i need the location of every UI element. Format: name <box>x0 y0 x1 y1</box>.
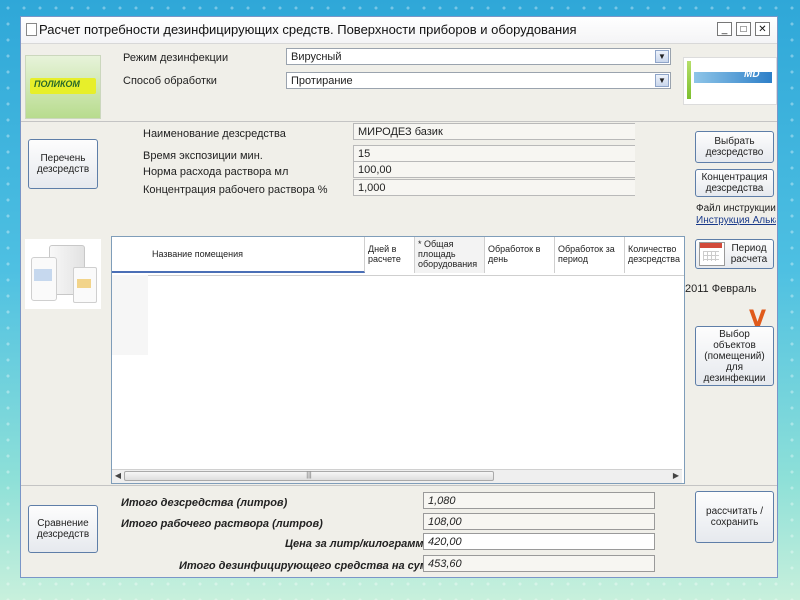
column-header[interactable]: Обработок за период <box>555 237 625 273</box>
divider <box>21 485 777 486</box>
window-title: Расчет потребности дезинфицирующих средс… <box>39 22 577 37</box>
concentration-button[interactable]: Концентрация дезсредства <box>695 169 774 197</box>
method-value: Протирание <box>291 75 353 87</box>
price-input[interactable]: 420,00 <box>423 533 655 550</box>
concentration-field: 1,000 <box>353 179 635 196</box>
compare-button[interactable]: Сравнение дезсредств <box>28 505 98 553</box>
instruction-link[interactable]: Инструкция Алька <box>696 215 776 226</box>
total-sum-field: 453,60 <box>423 555 655 572</box>
close-button[interactable]: ✕ <box>755 22 770 36</box>
scroll-right-icon[interactable]: ▶ <box>670 470 682 482</box>
period-button[interactable]: Период расчета <box>695 239 774 269</box>
column-header[interactable]: Дней в расчете <box>365 237 415 273</box>
method-select[interactable]: Протирание ▼ <box>286 72 671 89</box>
choose-objects-button[interactable]: Выбор объектов (помещений) для дезинфекц… <box>695 326 774 386</box>
table-header: Название помещения Дней в расчете * Обща… <box>112 237 684 276</box>
mode-label: Режим дезинфекции <box>123 52 229 64</box>
period-button-label: Период расчета <box>730 243 768 265</box>
row-selector <box>112 275 148 355</box>
manufacturer-logo: MD <box>683 57 777 105</box>
exposure-field: 15 <box>353 145 635 162</box>
product-image <box>25 239 101 309</box>
window-icon <box>26 23 37 36</box>
disinfectant-list-button[interactable]: Перечень дезсредств <box>28 139 98 189</box>
rooms-table[interactable]: Название помещения Дней в расчете * Обща… <box>111 236 685 484</box>
total-solution-field: 108,00 <box>423 513 655 530</box>
price-label: Цена за литр/килограмм <box>285 538 424 550</box>
mode-value: Вирусный <box>291 51 342 63</box>
company-logo: ПОЛИКОМ <box>25 55 101 119</box>
calendar-icon <box>699 242 725 266</box>
consumption-field: 100,00 <box>353 161 635 178</box>
product-name-label: Наименование дезсредства <box>143 128 286 140</box>
instruction-label: Файл инструкции <box>696 203 776 214</box>
scroll-thumb[interactable]: ||| <box>124 471 494 481</box>
column-header[interactable]: * Общая площадь оборудования <box>415 237 485 273</box>
mode-select[interactable]: Вирусный ▼ <box>286 48 671 65</box>
consumption-label: Норма расхода раствора мл <box>143 166 289 178</box>
horizontal-scrollbar[interactable]: ◀ ||| ▶ <box>112 469 682 483</box>
column-header[interactable]: Обработок в день <box>485 237 555 273</box>
minimize-button[interactable]: _ <box>717 22 732 36</box>
calculate-save-button[interactable]: рассчитать / сохранить <box>695 491 774 543</box>
title-bar: Расчет потребности дезинфицирующих средс… <box>21 17 777 44</box>
period-value: 2011 Февраль <box>685 283 757 295</box>
total-solution-label: Итого рабочего раствора (литров) <box>121 518 323 530</box>
column-header[interactable]: Название помещения <box>112 237 365 273</box>
total-disinfectant-field: 1,080 <box>423 492 655 509</box>
divider <box>21 121 777 122</box>
product-name-field: МИРОДЕЗ базик <box>353 123 635 140</box>
app-window: Расчет потребности дезинфицирующих средс… <box>20 16 778 578</box>
scroll-left-icon[interactable]: ◀ <box>112 470 124 482</box>
total-disinfectant-label: Итого дезсредства (литров) <box>121 497 288 509</box>
maximize-button[interactable]: □ <box>736 22 751 36</box>
concentration-label: Концентрация рабочего раствора % <box>143 184 328 196</box>
method-label: Способ обработки <box>123 75 217 87</box>
chevron-down-icon[interactable]: ▼ <box>655 50 669 63</box>
total-sum-label: Итого дезинфицирующего средства на сумму <box>179 560 443 572</box>
logo-text: ПОЛИКОМ <box>34 79 80 89</box>
chevron-down-icon[interactable]: ▼ <box>655 74 669 87</box>
choose-disinfectant-button[interactable]: Выбрать дезсредство <box>695 131 774 163</box>
column-header[interactable]: Количество дезсредства <box>625 237 684 273</box>
exposure-label: Время экспозиции мин. <box>143 150 263 162</box>
